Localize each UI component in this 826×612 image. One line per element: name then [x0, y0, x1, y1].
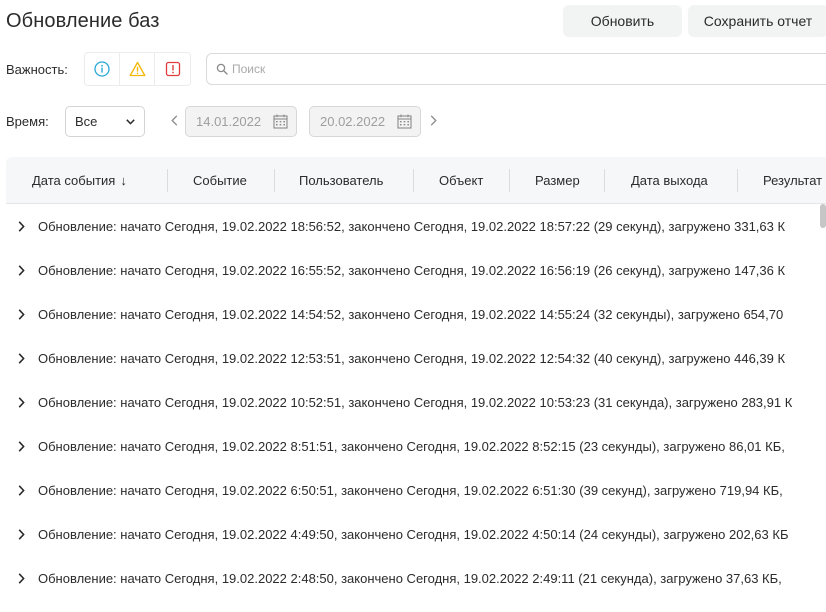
table-row[interactable]: Обновление: начато Сегодня, 19.02.2022 6…: [6, 468, 826, 512]
events-table: Дата события ↓ Событие Пользователь Объе…: [6, 157, 826, 612]
expand-row-button[interactable]: [16, 570, 26, 586]
date-to-value: 20.02.2022: [320, 114, 386, 129]
severity-info-button[interactable]: [85, 53, 120, 85]
table-row[interactable]: Обновление: начато Сегодня, 19.02.2022 4…: [6, 512, 826, 556]
expand-row-button[interactable]: [16, 526, 26, 542]
date-to-field[interactable]: 20.02.2022: [309, 106, 421, 137]
calendar-icon[interactable]: [273, 114, 288, 129]
chevron-right-icon: [18, 396, 25, 408]
time-range-select[interactable]: Все: [65, 106, 145, 137]
column-header-size[interactable]: Размер: [535, 157, 580, 204]
calendar-icon[interactable]: [397, 114, 412, 129]
row-description: Обновление: начато Сегодня, 19.02.2022 1…: [38, 262, 786, 278]
table-row[interactable]: Обновление: начато Сегодня, 19.02.2022 1…: [6, 292, 826, 336]
sort-desc-icon: ↓: [120, 173, 127, 188]
page-title: Обновление баз: [6, 10, 160, 32]
time-label: Время:: [6, 114, 49, 129]
severity-error-button[interactable]: [155, 53, 190, 85]
column-header-event-date[interactable]: Дата события ↓: [32, 157, 127, 204]
chevron-right-icon: [18, 308, 25, 320]
expand-row-button[interactable]: [16, 394, 26, 410]
expand-row-button[interactable]: [16, 218, 26, 234]
table-row[interactable]: Обновление: начато Сегодня, 19.02.2022 1…: [6, 248, 826, 292]
chevron-right-icon: [18, 264, 25, 276]
error-icon: [165, 61, 180, 77]
expand-row-button[interactable]: [16, 306, 26, 322]
expand-row-button[interactable]: [16, 262, 26, 278]
search-icon: [216, 63, 228, 75]
row-description: Обновление: начато Сегодня, 19.02.2022 1…: [38, 306, 784, 322]
prev-period-button[interactable]: [168, 112, 180, 128]
chevron-right-icon: [18, 352, 25, 364]
table-row[interactable]: Обновление: начато Сегодня, 19.02.2022 2…: [6, 556, 826, 600]
search-box[interactable]: [206, 53, 826, 85]
next-period-button[interactable]: [427, 112, 439, 128]
row-description: Обновление: начато Сегодня, 19.02.2022 1…: [38, 350, 786, 366]
severity-warning-button[interactable]: [120, 53, 155, 85]
search-input[interactable]: [232, 62, 812, 76]
table-row[interactable]: Обновление: начато Сегодня, 19.02.2022 1…: [6, 380, 826, 424]
expand-row-button[interactable]: [16, 438, 26, 454]
scroll-thumb[interactable]: [820, 204, 826, 228]
table-scrollbar[interactable]: [820, 204, 826, 612]
expand-row-button[interactable]: [16, 350, 26, 366]
warning-icon: [129, 61, 145, 77]
table-row[interactable]: Обновление: начато Сегодня, 19.02.2022 1…: [6, 204, 826, 248]
row-description: Обновление: начато Сегодня, 19.02.2022 1…: [38, 394, 793, 410]
row-description: Обновление: начато Сегодня, 19.02.2022 1…: [38, 218, 786, 234]
chevron-right-icon: [18, 484, 25, 496]
table-row[interactable]: Обновление: начато Сегодня, 19.02.2022 8…: [6, 424, 826, 468]
expand-row-button[interactable]: [16, 482, 26, 498]
column-header-result[interactable]: Результат: [763, 157, 822, 204]
table-header: Дата события ↓ Событие Пользователь Объе…: [6, 157, 826, 204]
column-header-release-date[interactable]: Дата выхода: [631, 157, 708, 204]
table-row[interactable]: Обновление: начато Сегодня, 19.02.2022 1…: [6, 336, 826, 380]
info-icon: [94, 61, 110, 77]
row-description: Обновление: начато Сегодня, 19.02.2022 2…: [38, 570, 782, 586]
column-header-user[interactable]: Пользователь: [299, 157, 383, 204]
severity-label: Важность:: [6, 62, 68, 77]
chevron-right-icon: [18, 572, 25, 584]
chevron-left-icon: [170, 114, 177, 126]
chevron-down-icon: [126, 118, 135, 125]
severity-filter-group: [84, 52, 191, 86]
date-from-value: 14.01.2022: [196, 114, 262, 129]
refresh-button[interactable]: Обновить: [563, 5, 682, 37]
row-description: Обновление: начато Сегодня, 19.02.2022 6…: [38, 482, 783, 498]
time-range-value: Все: [75, 114, 98, 129]
date-from-field[interactable]: 14.01.2022: [185, 106, 297, 137]
row-description: Обновление: начато Сегодня, 19.02.2022 4…: [38, 526, 789, 542]
chevron-right-icon: [18, 220, 25, 232]
column-header-event[interactable]: Событие: [193, 157, 247, 204]
chevron-right-icon: [18, 528, 25, 540]
chevron-right-icon: [430, 114, 437, 126]
row-description: Обновление: начато Сегодня, 19.02.2022 8…: [38, 438, 785, 454]
save-report-button[interactable]: Сохранить отчет: [688, 5, 826, 37]
chevron-right-icon: [18, 440, 25, 452]
column-header-object[interactable]: Объект: [439, 157, 483, 204]
